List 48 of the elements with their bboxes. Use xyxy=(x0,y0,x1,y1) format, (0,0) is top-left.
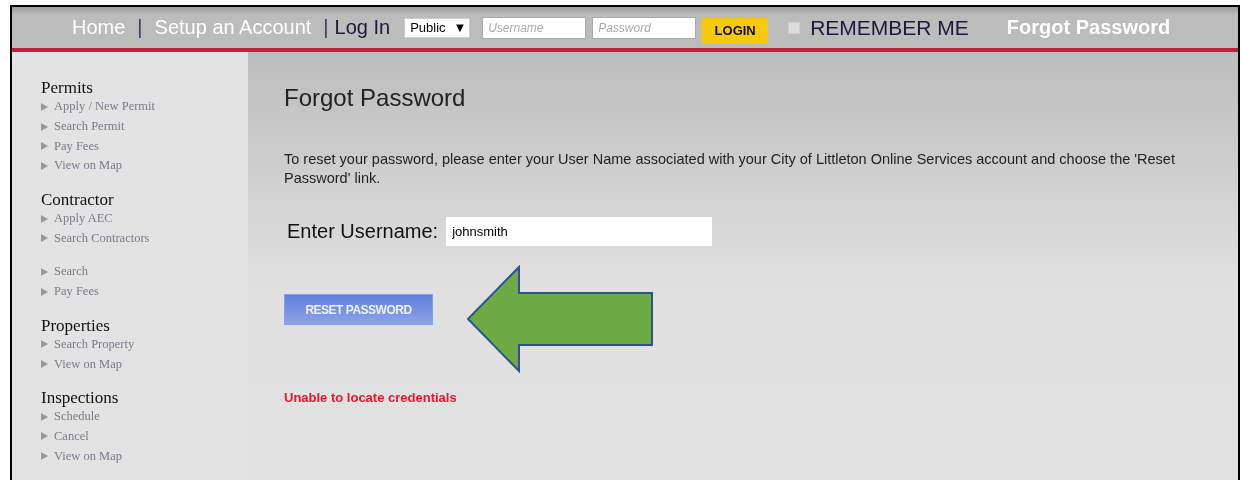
triangle-icon xyxy=(41,102,48,111)
sidebar-link[interactable]: Schedule xyxy=(54,409,100,425)
login-label: Log In xyxy=(334,16,392,39)
triangle-icon xyxy=(41,142,48,151)
login-button[interactable]: LOGIN xyxy=(702,17,769,44)
triangle-icon xyxy=(41,360,48,369)
error-message: Unable to locate credentials xyxy=(284,390,457,405)
triangle-icon xyxy=(41,287,48,296)
triangle-icon xyxy=(41,214,48,223)
password-field[interactable]: Password xyxy=(592,16,697,39)
username-input[interactable]: johnsmith xyxy=(446,217,713,246)
sidebar-link[interactable]: Search Property xyxy=(54,336,135,352)
separator: | xyxy=(322,16,330,39)
nav-link[interactable]: Home xyxy=(66,16,132,39)
sidebar-link[interactable]: Pay Fees xyxy=(54,284,99,300)
separator: | xyxy=(136,16,144,39)
account-type-dropdown[interactable]: Public ▼ xyxy=(404,17,471,38)
reset-password-button[interactable]: RESET PASSWORD xyxy=(284,294,433,325)
triangle-icon xyxy=(41,432,48,441)
sidebar-heading: Properties xyxy=(41,315,110,335)
triangle-icon xyxy=(41,452,48,461)
sidebar-heading: Contractor xyxy=(41,189,114,209)
triangle-icon xyxy=(41,234,48,243)
sidebar-link[interactable]: View on Map xyxy=(54,448,122,464)
sidebar-link[interactable]: Apply / New Permit xyxy=(54,99,156,115)
nav-link[interactable]: Setup an Account xyxy=(148,16,318,39)
sidebar-link[interactable]: Search Contractors xyxy=(54,230,150,246)
forgot-password-link[interactable]: Forgot Password xyxy=(1006,16,1171,39)
sidebar-link[interactable]: View on Map xyxy=(54,158,122,174)
page-title: Forgot Password xyxy=(284,84,466,112)
sidebar-link[interactable]: Search Permit xyxy=(54,119,125,135)
username-label: Enter Username: xyxy=(287,220,439,243)
remember-label: REMEMBER ME xyxy=(810,15,969,40)
triangle-icon xyxy=(41,122,48,131)
username-field[interactable]: Username xyxy=(482,16,587,39)
triangle-icon xyxy=(41,340,48,349)
triangle-icon xyxy=(41,412,48,421)
sidebar-link[interactable]: Cancel xyxy=(54,428,89,444)
remember-checkbox[interactable] xyxy=(788,21,801,34)
sidebar-heading: Permits xyxy=(41,78,93,97)
triangle-icon xyxy=(41,267,48,276)
sidebar-heading: Inspections xyxy=(41,387,119,407)
sidebar-link[interactable]: View on Map xyxy=(54,356,122,372)
triangle-icon xyxy=(41,161,48,170)
instructions: To reset your password, please enter your User Name associated with your City of Littleton Online Services account and choose the 'Reset Password' link. xyxy=(284,150,1176,188)
sidebar-link[interactable]: Pay Fees xyxy=(54,138,99,154)
sidebar-link[interactable]: Apply AEC xyxy=(54,211,113,227)
sidebar-link[interactable]: Search xyxy=(54,264,88,280)
